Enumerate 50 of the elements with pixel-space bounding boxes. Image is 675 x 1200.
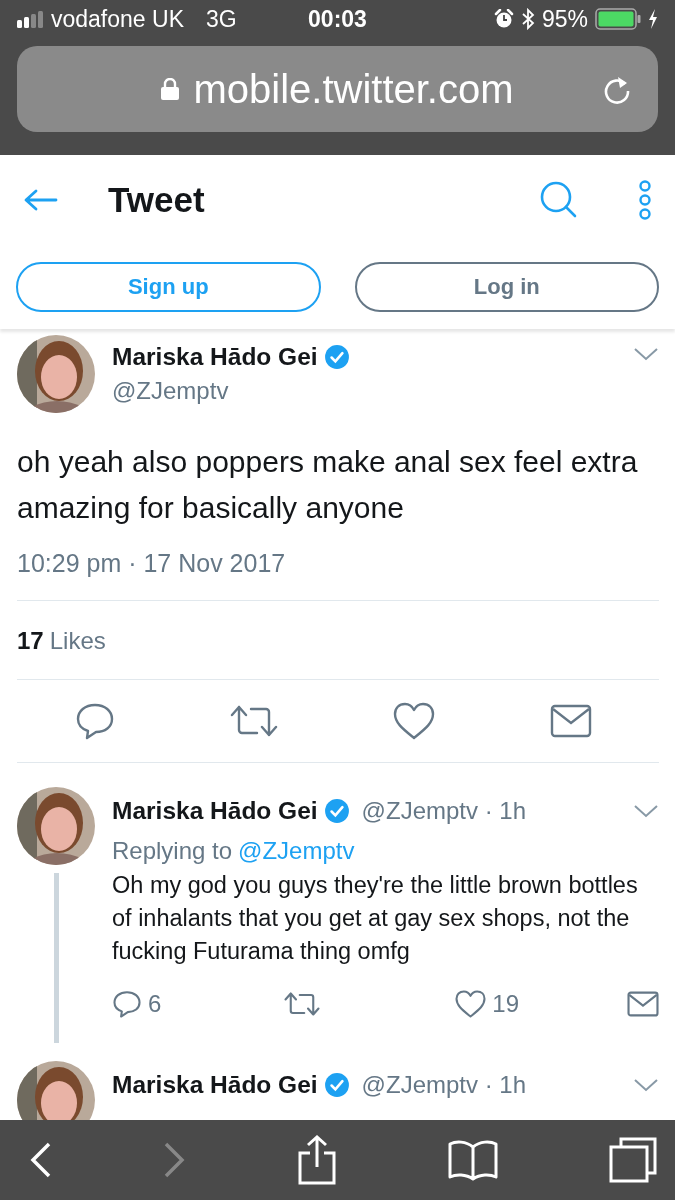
back-icon[interactable] <box>30 1142 52 1178</box>
heart-icon[interactable] <box>455 990 487 1018</box>
author-name[interactable]: Mariska Hādo Gei <box>112 797 318 825</box>
author-name[interactable]: Mariska Hādo Gei <box>112 343 318 371</box>
avatar[interactable] <box>17 1061 95 1120</box>
like-count: 17 <box>17 627 44 654</box>
battery-icon <box>595 8 641 30</box>
book-icon[interactable] <box>447 1139 498 1181</box>
bluetooth-icon <box>520 8 535 30</box>
author-handle[interactable]: @ZJemptv · 1h <box>361 1071 627 1099</box>
search-icon[interactable] <box>539 180 579 220</box>
reply-icon[interactable] <box>112 990 142 1018</box>
status-time: 00:03 <box>308 5 367 33</box>
network-type: 3G <box>206 5 237 33</box>
carrier-name: vodafone UK <box>51 5 184 33</box>
mail-icon[interactable] <box>626 991 659 1017</box>
more-icon[interactable] <box>637 180 653 220</box>
sign-up-button[interactable]: Sign up <box>16 262 321 312</box>
lock-icon <box>161 78 180 100</box>
signal-icon <box>17 10 43 28</box>
retweet-icon[interactable] <box>229 704 278 738</box>
mail-icon[interactable] <box>549 704 592 738</box>
author-handle[interactable]: @ZJemptv · 1h <box>361 797 627 825</box>
author-name[interactable]: Mariska Hādo Gei <box>112 1071 318 1099</box>
heart-icon[interactable] <box>392 702 435 740</box>
url-text: mobile.twitter.com <box>193 66 514 112</box>
tabs-icon[interactable] <box>609 1137 657 1183</box>
share-icon[interactable] <box>296 1135 337 1185</box>
replying-label: Replying to <box>112 837 233 865</box>
author-handle[interactable]: @ZJemptv <box>112 377 633 405</box>
tweet-text: Oh my god you guys they're the little brown bottles of inhalants that you get at gay sex shops, not the fucking Futurama thing omfg <box>112 871 639 966</box>
page-title: Tweet <box>108 180 206 220</box>
alarm-icon <box>493 9 514 29</box>
reply-icon[interactable] <box>74 702 115 740</box>
chevron-down-icon[interactable] <box>633 1078 659 1092</box>
retweet-icon[interactable] <box>283 991 320 1017</box>
chevron-down-icon[interactable] <box>633 347 659 361</box>
battery-percent: 95% <box>541 5 588 33</box>
reload-icon[interactable] <box>602 74 632 104</box>
chevron-down-icon[interactable] <box>633 804 659 818</box>
address-bar[interactable]: mobile.twitter.com <box>17 46 658 132</box>
action-count: 19 <box>492 990 519 1018</box>
charging-icon <box>648 9 658 29</box>
log-in-button[interactable]: Log in <box>354 262 659 312</box>
tweet-text: oh yeah also poppers make anal sex feel extra amazing for basically anyone <box>17 444 639 526</box>
mention-link[interactable]: @ZJemptv <box>238 837 355 865</box>
action-count: 6 <box>148 990 162 1018</box>
tweet-timestamp: 10:29 pm · 17 Nov 2017 <box>17 549 659 601</box>
back-arrow-icon[interactable] <box>24 189 58 211</box>
likes-label[interactable]: Likes <box>49 627 106 654</box>
